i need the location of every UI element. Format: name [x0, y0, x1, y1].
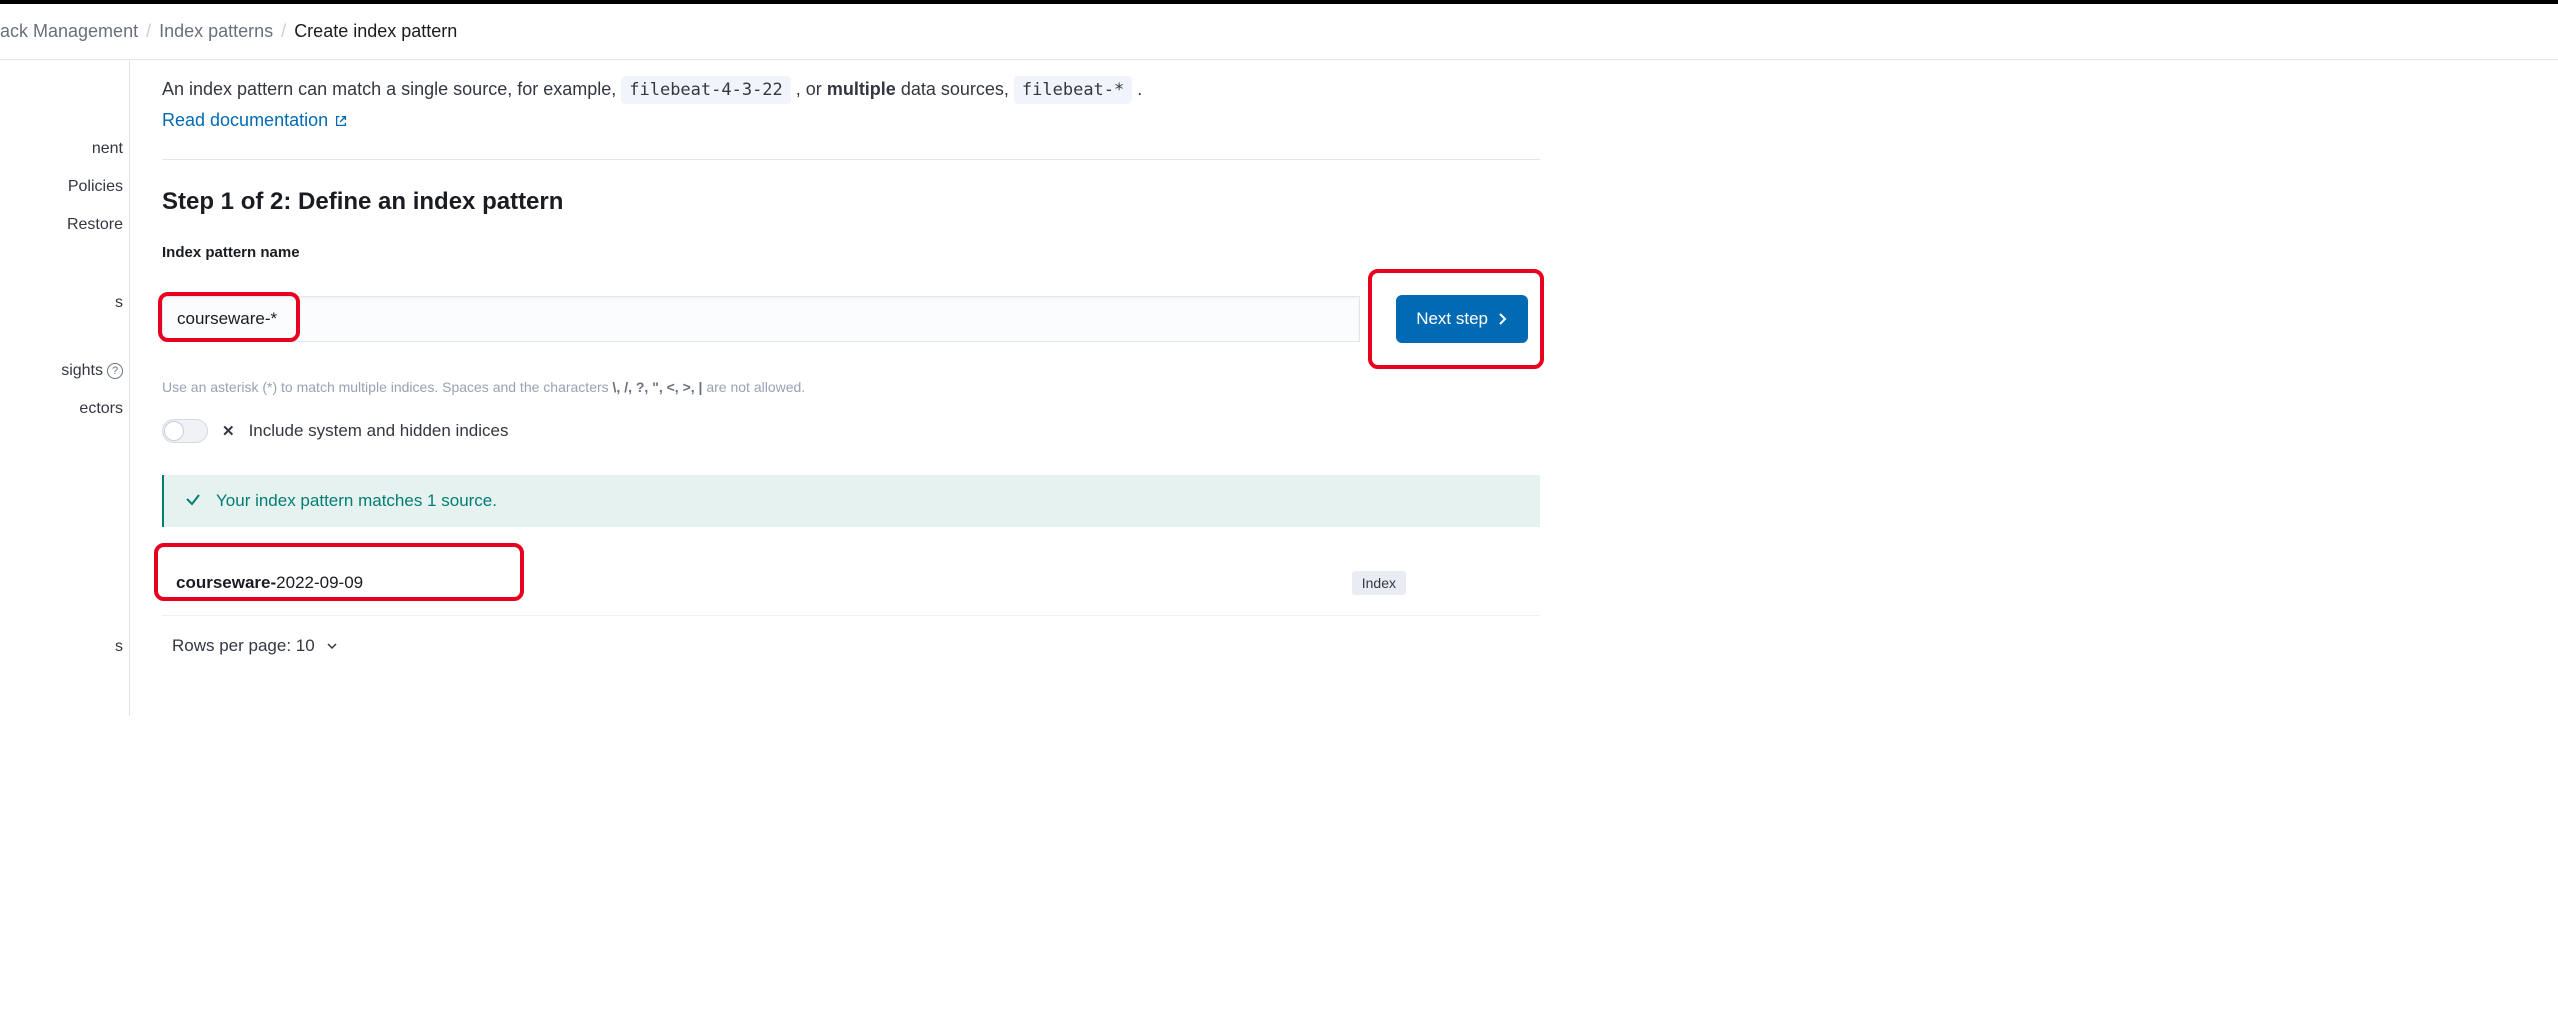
- breadcrumb-item[interactable]: ack Management: [0, 21, 138, 42]
- next-step-button[interactable]: Next step: [1396, 295, 1528, 343]
- success-callout: Your index pattern matches 1 source.: [162, 475, 1540, 527]
- sidebar-item[interactable]: nent: [0, 130, 129, 168]
- chevron-down-icon: [325, 639, 339, 653]
- code-example: filebeat-4-3-22: [621, 76, 791, 104]
- breadcrumb-item[interactable]: Index patterns: [159, 21, 273, 42]
- documentation-link[interactable]: Read documentation: [162, 110, 348, 131]
- sidebar-item[interactable]: s: [0, 628, 129, 666]
- toggle-label: Include system and hidden indices: [249, 421, 509, 441]
- divider: [162, 159, 1540, 160]
- sidebar-item[interactable]: ectors: [0, 390, 129, 428]
- breadcrumb-separator: /: [146, 21, 151, 42]
- main-content: An index pattern can match a single sour…: [130, 60, 1550, 716]
- sidebar: nent Policies Restore s sights ? ectors …: [0, 60, 130, 716]
- success-message: Your index pattern matches 1 source.: [216, 491, 497, 511]
- sidebar-item[interactable]: s: [0, 284, 129, 322]
- intro-text: An index pattern can match a single sour…: [162, 75, 1540, 104]
- external-link-icon: [334, 114, 348, 128]
- close-icon: ✕: [222, 422, 235, 440]
- step-title: Step 1 of 2: Define an index pattern: [162, 188, 1540, 216]
- chevron-right-icon: [1498, 312, 1508, 326]
- matched-index-name: courseware-2022-09-09: [176, 573, 363, 593]
- help-text: Use an asterisk (*) to match multiple in…: [162, 379, 1540, 395]
- toggle-knob: [164, 421, 184, 441]
- sidebar-item[interactable]: Restore: [0, 206, 129, 244]
- match-row: courseware-2022-09-09 Index: [162, 551, 1540, 616]
- rows-per-page-selector[interactable]: Rows per page: 10: [162, 616, 1540, 676]
- breadcrumb-item-current: Create index pattern: [294, 21, 457, 42]
- index-pattern-name-input[interactable]: [162, 296, 1360, 342]
- sidebar-item[interactable]: Policies: [0, 168, 129, 206]
- include-hidden-toggle[interactable]: [162, 419, 208, 443]
- code-example: filebeat-*: [1014, 76, 1132, 104]
- check-icon: [184, 492, 202, 510]
- index-badge: Index: [1352, 571, 1406, 595]
- field-label: Index pattern name: [162, 244, 1540, 261]
- breadcrumb: ack Management / Index patterns / Create…: [0, 4, 2558, 60]
- help-icon: ?: [107, 363, 123, 379]
- breadcrumb-separator: /: [281, 21, 286, 42]
- sidebar-item[interactable]: sights ?: [0, 352, 129, 390]
